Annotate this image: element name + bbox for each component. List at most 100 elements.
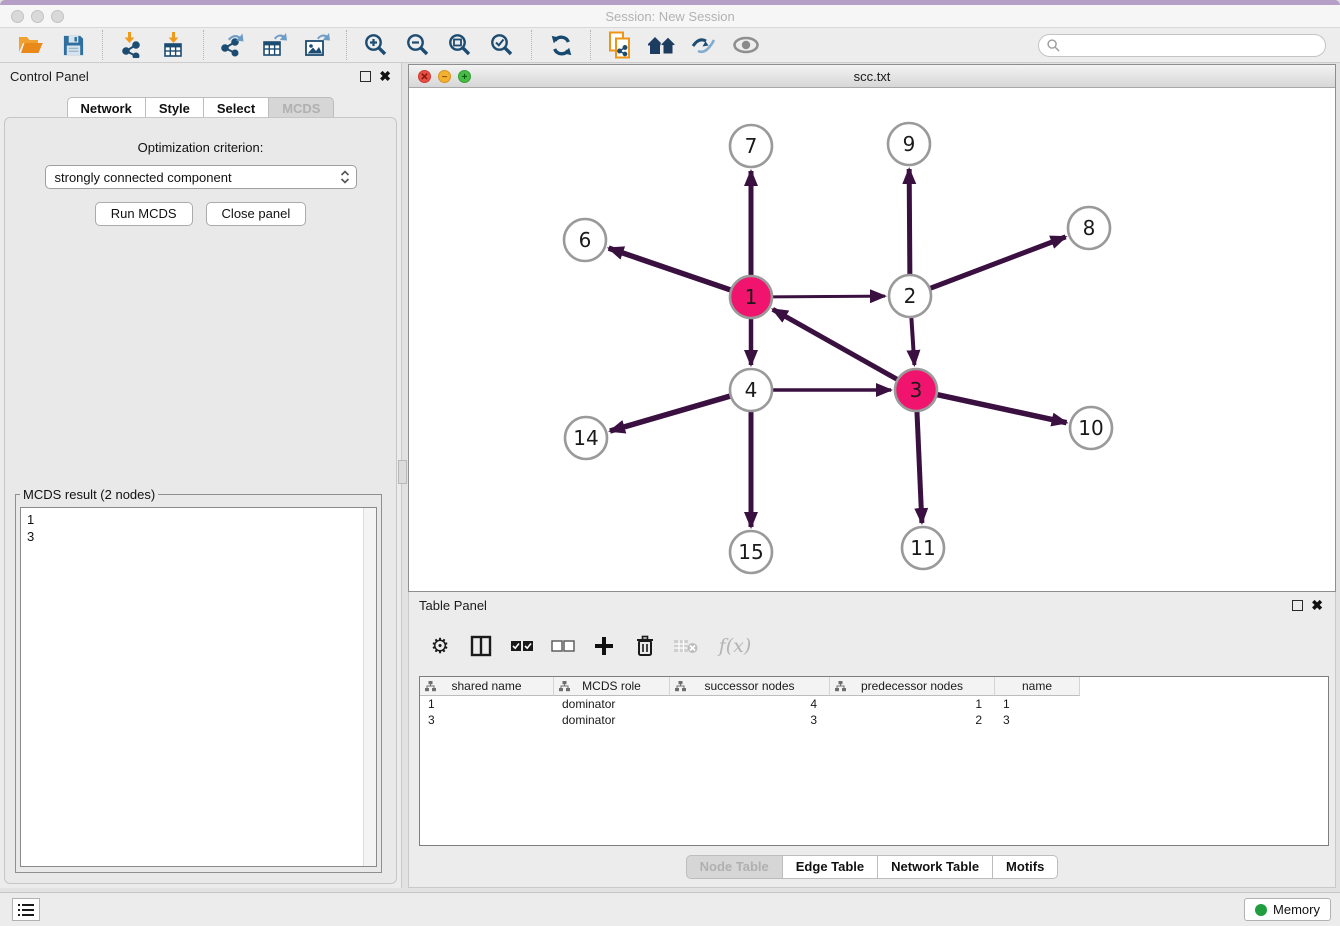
export-image-icon[interactable] (302, 30, 332, 60)
close-table-panel-icon[interactable]: ✖ (1311, 600, 1323, 611)
column-header-name[interactable]: name (995, 677, 1080, 696)
network-window-titlebar: ✕ − + scc.txt (409, 65, 1335, 88)
table-row[interactable]: 1dominator411 (420, 696, 1328, 712)
zoom-out-icon[interactable] (403, 30, 433, 60)
show-columns-icon[interactable] (468, 633, 494, 659)
function-builder-icon[interactable]: f(x) (714, 633, 756, 659)
search-box (1038, 34, 1326, 57)
status-bar: Memory (0, 892, 1340, 926)
toolbar-separator (346, 30, 347, 60)
table-cell-name[interactable]: 1 (995, 696, 1080, 712)
window-title: Session: New Session (0, 9, 1340, 24)
window-titlebar: Session: New Session (0, 5, 1340, 28)
table-tab-edge-table[interactable]: Edge Table (783, 855, 878, 879)
graph-node-label-6: 6 (579, 228, 592, 252)
save-session-icon[interactable] (58, 30, 88, 60)
control-panel-title: Control Panel (10, 69, 89, 84)
memory-button[interactable]: Memory (1244, 898, 1331, 921)
run-mcds-button[interactable]: Run MCDS (95, 202, 193, 226)
close-panel-icon[interactable]: ✖ (379, 71, 391, 82)
export-table-icon[interactable] (260, 30, 290, 60)
zoom-in-icon[interactable] (361, 30, 391, 60)
table-row[interactable]: 3dominator323 (420, 712, 1328, 728)
welcome-screen-icon[interactable] (647, 30, 677, 60)
memory-label: Memory (1273, 902, 1320, 917)
graph-node-label-4: 4 (745, 378, 758, 402)
import-network-icon[interactable] (117, 30, 147, 60)
table-tab-network-table[interactable]: Network Table (878, 855, 993, 879)
column-header-predecessor-nodes[interactable]: predecessor nodes (830, 677, 995, 696)
import-table-icon[interactable] (159, 30, 189, 60)
float-table-panel-icon[interactable] (1292, 600, 1303, 611)
show-details-eye-icon[interactable] (731, 30, 761, 60)
graph-node-label-3: 3 (910, 378, 923, 402)
table-cell-mcds-role[interactable]: dominator (554, 696, 670, 712)
table-cell-mcds-role[interactable]: dominator (554, 712, 670, 728)
graph-edge-4-14[interactable] (610, 395, 733, 431)
table-cell-successor-nodes[interactable]: 3 (670, 712, 830, 728)
node-table: shared nameMCDS rolesuccessor nodesprede… (419, 676, 1329, 846)
toolbar-separator (590, 30, 591, 60)
network-canvas[interactable]: 7968124314101511 (409, 88, 1335, 591)
graph-edge-1-6[interactable] (609, 248, 733, 291)
control-panel: Control Panel ✖ NetworkStyleSelectMCDS O… (0, 63, 402, 888)
graph-node-label-7: 7 (745, 134, 758, 158)
mcds-panel-body: Optimization criterion: strongly connect… (4, 117, 397, 884)
open-folder-icon[interactable] (16, 30, 46, 60)
panel-splitter-handle[interactable] (398, 460, 407, 484)
task-history-button[interactable] (12, 898, 40, 921)
deselect-all-columns-icon[interactable] (550, 633, 576, 659)
graph-edge-1-2[interactable] (770, 296, 885, 297)
table-cell-shared-name[interactable]: 1 (420, 696, 554, 712)
table-cell-predecessor-nodes[interactable]: 1 (830, 696, 995, 712)
mcds-result-node: 3 (27, 528, 376, 545)
network-view-window: ✕ − + scc.txt 7968124314101511 (408, 64, 1336, 592)
refresh-layout-icon[interactable] (546, 30, 576, 60)
zoom-selected-icon[interactable] (487, 30, 517, 60)
add-column-icon[interactable] (591, 633, 617, 659)
table-cell-predecessor-nodes[interactable]: 2 (830, 712, 995, 728)
graph-node-label-2: 2 (904, 284, 917, 308)
column-header-mcds-role[interactable]: MCDS role (554, 677, 670, 696)
optimization-criterion-label: Optimization criterion: (5, 140, 396, 155)
mcds-result-group: MCDS result (2 nodes) 13 (15, 494, 382, 873)
table-cell-successor-nodes[interactable]: 4 (670, 696, 830, 712)
select-all-columns-icon[interactable] (509, 633, 535, 659)
table-panel-tabbar: Node TableEdge TableNetwork TableMotifs (409, 855, 1335, 879)
graph-edge-3-1[interactable] (773, 309, 900, 380)
table-cell-shared-name[interactable]: 3 (420, 712, 554, 728)
result-scrollbar[interactable] (363, 508, 376, 866)
search-input[interactable] (1065, 37, 1325, 55)
table-mode-gear-icon[interactable]: ⚙ (427, 633, 453, 659)
table-toolbar: ⚙ f(x) (427, 630, 756, 662)
column-header-successor-nodes[interactable]: successor nodes (670, 677, 830, 696)
graph-edge-2-9[interactable] (909, 169, 910, 277)
network-window-title: scc.txt (409, 69, 1335, 84)
criterion-dropdown-value: strongly connected component (55, 170, 232, 185)
graph-edge-3-11[interactable] (917, 409, 922, 523)
delete-columns-icon[interactable] (632, 633, 658, 659)
delete-table-icon[interactable] (673, 633, 699, 659)
duplicate-network-icon[interactable] (605, 30, 635, 60)
hide-details-icon[interactable] (689, 30, 719, 60)
export-network-icon[interactable] (218, 30, 248, 60)
memory-status-icon (1255, 904, 1267, 916)
close-panel-button[interactable]: Close panel (206, 202, 307, 226)
mcds-result-list[interactable]: 13 (20, 507, 377, 867)
table-cell-name[interactable]: 3 (995, 712, 1080, 728)
criterion-dropdown[interactable]: strongly connected component (45, 165, 357, 189)
toolbar-separator (531, 30, 532, 60)
main-toolbar (0, 28, 1340, 63)
graph-edge-3-10[interactable] (935, 394, 1067, 423)
graph-node-label-9: 9 (903, 132, 916, 156)
float-panel-icon[interactable] (360, 71, 371, 82)
mcds-result-node: 1 (27, 511, 376, 528)
zoom-fit-icon[interactable] (445, 30, 475, 60)
dropdown-stepper-icon (340, 169, 350, 185)
table-tab-node-table[interactable]: Node Table (686, 855, 783, 879)
graph-edge-2-3[interactable] (911, 315, 914, 365)
graph-edge-2-8[interactable] (928, 237, 1066, 289)
table-tab-motifs[interactable]: Motifs (993, 855, 1058, 879)
column-header-shared-name[interactable]: shared name (420, 677, 554, 696)
task-list-icon (18, 903, 34, 917)
